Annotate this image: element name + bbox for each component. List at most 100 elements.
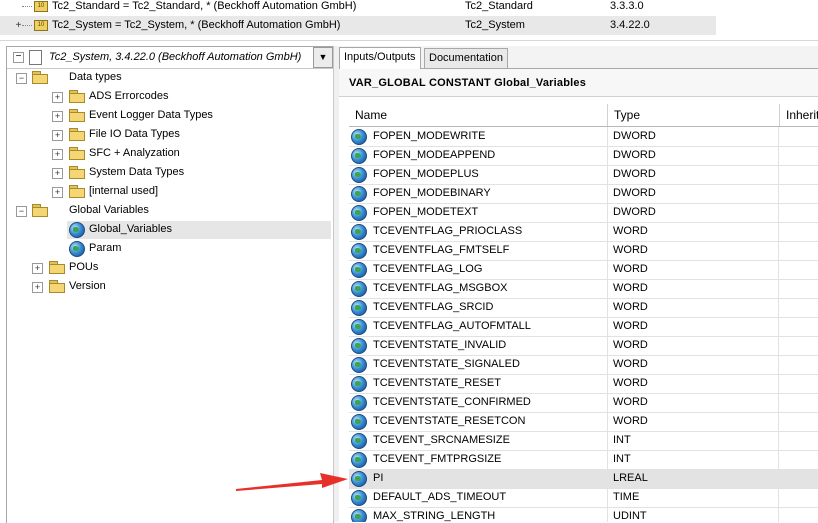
cell-name: TCEVENTFLAG_MSGBOX	[349, 279, 608, 298]
tree-node-param[interactable]: Param	[67, 240, 331, 258]
cell-name: TCEVENTSTATE_RESETCON	[349, 412, 608, 431]
plus-expand-icon[interactable]: +	[52, 111, 63, 122]
cell-inherited	[780, 260, 818, 279]
column-header-name[interactable]: Name	[349, 104, 608, 126]
tree-node-label: POUs	[69, 261, 99, 273]
cell-type: WORD	[608, 317, 779, 336]
variable-name: TCEVENT_FMTPRGSIZE	[373, 453, 502, 465]
library-version: 3.3.3.0	[610, 0, 644, 12]
library-root-title: Tc2_System, 3.4.22.0 (Beckhoff Automatio…	[49, 51, 302, 63]
library-selector-combo[interactable]: − Tc2_System, 3.4.22.0 (Beckhoff Automat…	[7, 47, 333, 69]
cell-inherited	[780, 146, 818, 165]
tab-inputs-outputs[interactable]: Inputs/Outputs	[339, 47, 421, 69]
library-icon: 10	[34, 20, 48, 31]
cell-inherited	[780, 431, 818, 450]
plus-expand-icon[interactable]: +	[52, 130, 63, 141]
table-row[interactable]: TCEVENTFLAG_PRIOCLASS WORD	[349, 222, 818, 242]
cell-name: TCEVENTFLAG_LOG	[349, 260, 608, 279]
globe-icon	[351, 471, 367, 487]
cell-name: TCEVENTFLAG_FMTSELF	[349, 241, 608, 260]
plus-expand-icon[interactable]: +	[52, 92, 63, 103]
globe-icon	[351, 395, 367, 411]
minus-collapse-icon[interactable]: −	[16, 73, 27, 84]
table-row[interactable]: TCEVENT_FMTPRGSIZE INT	[349, 450, 818, 470]
tree-node-data-types[interactable]: − Data types	[7, 69, 333, 87]
tree-node-ads-errorcodes[interactable]: + ADS Errorcodes	[7, 88, 333, 106]
library-name: Tc2_System = Tc2_System, * (Beckhoff Aut…	[52, 19, 341, 31]
tree-node-global-variables-list[interactable]: Global_Variables	[67, 221, 331, 239]
cell-type: WORD	[608, 355, 779, 374]
table-row[interactable]: MAX_STRING_LENGTH UDINT	[349, 507, 818, 522]
table-row[interactable]: FOPEN_MODEPLUS DWORD	[349, 165, 818, 185]
plus-expand-icon[interactable]: +	[52, 187, 63, 198]
globe-icon	[351, 338, 367, 354]
library-namespace: Tc2_Standard	[465, 0, 533, 12]
table-row[interactable]: TCEVENTSTATE_RESETCON WORD	[349, 412, 818, 432]
tree-node-pous[interactable]: + POUs	[7, 259, 333, 277]
variable-name: TCEVENTSTATE_RESET	[373, 377, 501, 389]
tree-node-sfc-analyzation[interactable]: + SFC + Analyzation	[7, 145, 333, 163]
cell-name: FOPEN_MODEBINARY	[349, 184, 608, 203]
cell-inherited	[780, 127, 818, 146]
globe-icon	[351, 509, 367, 522]
tree-node-file-io-data-types[interactable]: + File IO Data Types	[7, 126, 333, 144]
variable-name: TCEVENTFLAG_MSGBOX	[373, 282, 508, 294]
library-row-tc2-standard[interactable]: 10 Tc2_Standard = Tc2_Standard, * (Beckh…	[0, 0, 716, 16]
tree-node-version[interactable]: + Version	[7, 278, 333, 296]
tree-node-global-variables[interactable]: − Global Variables	[7, 202, 333, 220]
tree-node-internal-used[interactable]: + [internal used]	[7, 183, 333, 201]
folder-open-icon	[32, 204, 48, 217]
table-row[interactable]: TCEVENTSTATE_INVALID WORD	[349, 336, 818, 356]
variable-name: TCEVENTFLAG_PRIOCLASS	[373, 225, 523, 237]
plus-expand-icon[interactable]: +	[52, 168, 63, 179]
table-row[interactable]: TCEVENTFLAG_FMTSELF WORD	[349, 241, 818, 261]
globe-icon	[351, 129, 367, 145]
variable-name: TCEVENTSTATE_CONFIRMED	[373, 396, 531, 408]
cell-name: TCEVENTSTATE_RESET	[349, 374, 608, 393]
table-row[interactable]: TCEVENTSTATE_SIGNALED WORD	[349, 355, 818, 375]
tree-node-system-data-types[interactable]: + System Data Types	[7, 164, 333, 182]
column-header-inherited[interactable]: Inherit	[780, 104, 818, 126]
cell-inherited	[780, 469, 818, 488]
table-row[interactable]: TCEVENTFLAG_LOG WORD	[349, 260, 818, 280]
folder-icon	[69, 185, 85, 198]
variable-name: MAX_STRING_LENGTH	[373, 510, 496, 522]
library-row-tc2-system[interactable]: + 10 Tc2_System = Tc2_System, * (Beckhof…	[0, 16, 716, 35]
cell-name: TCEVENTFLAG_SRCID	[349, 298, 608, 317]
tree-node-label: [internal used]	[89, 185, 159, 197]
tab-documentation[interactable]: Documentation	[424, 48, 508, 68]
table-row[interactable]: FOPEN_MODETEXT DWORD	[349, 203, 818, 223]
tree-node-label: File IO Data Types	[89, 128, 180, 140]
table-row[interactable]: TCEVENT_SRCNAMESIZE INT	[349, 431, 818, 451]
cell-inherited	[780, 374, 818, 393]
library-name: Tc2_Standard = Tc2_Standard, * (Beckhoff…	[52, 0, 357, 12]
table-row[interactable]: FOPEN_MODEWRITE DWORD	[349, 127, 818, 147]
tab-strip: Inputs/Outputs Documentation	[339, 46, 818, 69]
table-row[interactable]: TCEVENTSTATE_RESET WORD	[349, 374, 818, 394]
cell-inherited	[780, 355, 818, 374]
cell-type: WORD	[608, 279, 779, 298]
plus-expand-icon[interactable]: +	[32, 263, 43, 274]
table-row[interactable]: DEFAULT_ADS_TIMEOUT TIME	[349, 488, 818, 508]
table-row[interactable]: TCEVENTFLAG_SRCID WORD	[349, 298, 818, 318]
variable-name: TCEVENTFLAG_SRCID	[373, 301, 494, 313]
column-header-type[interactable]: Type	[608, 104, 780, 126]
globe-icon	[351, 262, 367, 278]
table-row[interactable]: FOPEN_MODEBINARY DWORD	[349, 184, 818, 204]
tree-node-label: SFC + Analyzation	[89, 147, 180, 159]
library-icon: 10	[34, 1, 48, 12]
minus-collapse-icon[interactable]: −	[13, 52, 24, 63]
library-version: 3.4.22.0	[610, 19, 650, 31]
table-row[interactable]: TCEVENTFLAG_MSGBOX WORD	[349, 279, 818, 299]
table-row[interactable]: PI LREAL	[349, 469, 818, 489]
table-row[interactable]: TCEVENTSTATE_CONFIRMED WORD	[349, 393, 818, 413]
globe-icon	[69, 241, 85, 257]
minus-collapse-icon[interactable]: −	[16, 206, 27, 217]
table-row[interactable]: FOPEN_MODEAPPEND DWORD	[349, 146, 818, 166]
plus-expand-icon[interactable]: +	[52, 149, 63, 160]
table-row[interactable]: TCEVENTFLAG_AUTOFMTALL WORD	[349, 317, 818, 337]
plus-expand-icon[interactable]: +	[32, 282, 43, 293]
dropdown-arrow-icon[interactable]: ▼	[313, 47, 333, 68]
tree-node-event-logger-data-types[interactable]: + Event Logger Data Types	[7, 107, 333, 125]
variable-name: TCEVENTSTATE_SIGNALED	[373, 358, 520, 370]
